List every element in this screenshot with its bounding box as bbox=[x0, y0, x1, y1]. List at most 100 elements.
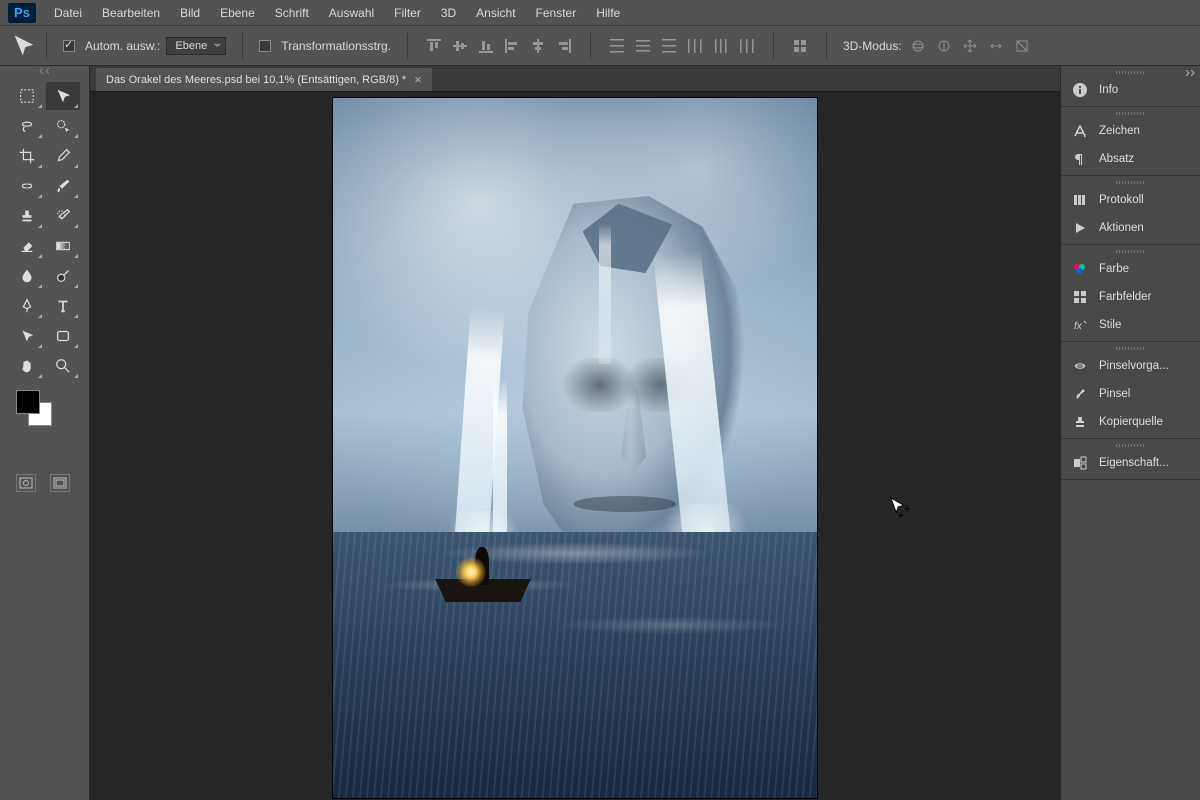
panel-info[interactable]: Info bbox=[1061, 76, 1200, 104]
tool-crop[interactable] bbox=[10, 142, 44, 170]
panel-grip-icon[interactable] bbox=[1061, 68, 1200, 76]
transform-controls-label: Transformationsstrg. bbox=[281, 39, 391, 53]
mode-3d-label: 3D-Modus: bbox=[843, 39, 902, 53]
menu-edit[interactable]: Bearbeiten bbox=[92, 2, 170, 24]
panel-grip-icon[interactable] bbox=[1061, 178, 1200, 186]
panel-actions[interactable]: Aktionen bbox=[1061, 214, 1200, 242]
menu-layer[interactable]: Ebene bbox=[210, 2, 265, 24]
menu-help[interactable]: Hilfe bbox=[586, 2, 630, 24]
panels-collapse-icon[interactable] bbox=[1184, 66, 1196, 80]
3d-pan-icon[interactable] bbox=[960, 36, 980, 56]
distribute-group bbox=[599, 32, 765, 60]
panel-brush-presets[interactable]: Pinselvorga... bbox=[1061, 352, 1200, 380]
3d-scale-icon[interactable] bbox=[1012, 36, 1032, 56]
tool-stamp[interactable] bbox=[10, 202, 44, 230]
panel-paragraph[interactable]: Absatz bbox=[1061, 145, 1200, 173]
tool-dodge[interactable] bbox=[46, 262, 80, 290]
close-icon[interactable]: × bbox=[414, 72, 422, 87]
styles-icon: fx bbox=[1071, 317, 1089, 333]
screen-mode-button[interactable] bbox=[50, 474, 70, 492]
tool-brush[interactable] bbox=[46, 172, 80, 200]
color-icon bbox=[1071, 261, 1089, 277]
menu-filter[interactable]: Filter bbox=[384, 2, 431, 24]
paragraph-icon bbox=[1071, 151, 1089, 167]
panel-clone-source[interactable]: Kopierquelle bbox=[1061, 408, 1200, 436]
align-hcenter-icon[interactable] bbox=[528, 36, 548, 56]
panel-grip-icon[interactable] bbox=[1061, 441, 1200, 449]
panel-swatches[interactable]: Farbfelder bbox=[1061, 283, 1200, 311]
tool-hand[interactable] bbox=[10, 352, 44, 380]
panel-history[interactable]: Protokoll bbox=[1061, 186, 1200, 214]
canvas[interactable] bbox=[333, 98, 817, 798]
menu-image[interactable]: Bild bbox=[170, 2, 210, 24]
character-icon bbox=[1071, 123, 1089, 139]
panel-styles[interactable]: fx Stile bbox=[1061, 311, 1200, 339]
current-tool-icon[interactable] bbox=[10, 35, 38, 57]
auto-select-target-dropdown[interactable]: Ebene bbox=[166, 37, 226, 55]
tool-quick-select[interactable] bbox=[46, 112, 80, 140]
auto-align-icon[interactable] bbox=[790, 36, 810, 56]
3d-slide-icon[interactable] bbox=[986, 36, 1006, 56]
auto-select-group: Autom. ausw.: Ebene bbox=[55, 32, 234, 60]
distribute-top-icon[interactable] bbox=[607, 36, 627, 56]
tool-lasso[interactable] bbox=[10, 112, 44, 140]
tool-marquee[interactable] bbox=[10, 82, 44, 110]
align-vcenter-icon[interactable] bbox=[450, 36, 470, 56]
panel-character[interactable]: Zeichen bbox=[1061, 117, 1200, 145]
tool-path-select[interactable] bbox=[10, 322, 44, 350]
transform-controls-checkbox[interactable] bbox=[259, 40, 271, 52]
distribute-hcenter-icon[interactable] bbox=[711, 36, 731, 56]
canvas-viewport[interactable] bbox=[90, 92, 1060, 800]
panel-grip-icon[interactable] bbox=[1061, 247, 1200, 255]
tool-move[interactable] bbox=[46, 82, 80, 110]
swatches-icon bbox=[1071, 289, 1089, 305]
tool-shape[interactable] bbox=[46, 322, 80, 350]
panel-properties[interactable]: Eigenschaft... bbox=[1061, 449, 1200, 477]
panel-grip-icon[interactable] bbox=[1061, 344, 1200, 352]
tool-eyedropper[interactable] bbox=[46, 142, 80, 170]
panel-label: Pinselvorga... bbox=[1099, 360, 1169, 372]
quick-mask-button[interactable] bbox=[16, 474, 36, 492]
color-swatches bbox=[8, 390, 48, 430]
distribute-left-icon[interactable] bbox=[685, 36, 705, 56]
auto-select-checkbox[interactable] bbox=[63, 40, 75, 52]
align-bottom-icon[interactable] bbox=[476, 36, 496, 56]
menu-select[interactable]: Auswahl bbox=[319, 2, 384, 24]
panel-group: Info bbox=[1061, 66, 1200, 107]
menu-window[interactable]: Fenster bbox=[526, 2, 587, 24]
panel-group: Farbe Farbfelder fx Stile bbox=[1061, 245, 1200, 342]
distribute-bottom-icon[interactable] bbox=[659, 36, 679, 56]
history-icon bbox=[1071, 192, 1089, 208]
document-tab[interactable]: Das Orakel des Meeres.psd bei 10,1% (Ent… bbox=[96, 68, 432, 91]
3d-orbit-icon[interactable] bbox=[908, 36, 928, 56]
distribute-vcenter-icon[interactable] bbox=[633, 36, 653, 56]
mode-3d-group: 3D-Modus: bbox=[835, 32, 1040, 60]
align-top-icon[interactable] bbox=[424, 36, 444, 56]
tool-history-brush[interactable] bbox=[46, 202, 80, 230]
3d-roll-icon[interactable] bbox=[934, 36, 954, 56]
menu-file[interactable]: Datei bbox=[44, 2, 92, 24]
menu-view[interactable]: Ansicht bbox=[466, 2, 525, 24]
panel-brush[interactable]: Pinsel bbox=[1061, 380, 1200, 408]
tool-heal[interactable] bbox=[10, 172, 44, 200]
panel-grip-icon[interactable] bbox=[1061, 109, 1200, 117]
tool-pen[interactable] bbox=[10, 292, 44, 320]
tool-blur[interactable] bbox=[10, 262, 44, 290]
separator bbox=[46, 33, 47, 59]
tool-zoom[interactable] bbox=[46, 352, 80, 380]
align-right-icon[interactable] bbox=[554, 36, 574, 56]
tool-eraser[interactable] bbox=[10, 232, 44, 260]
foreground-color[interactable] bbox=[16, 390, 40, 414]
toolbox-collapse-icon[interactable] bbox=[0, 66, 89, 76]
align-left-icon[interactable] bbox=[502, 36, 522, 56]
menu-3d[interactable]: 3D bbox=[431, 2, 466, 24]
options-bar: Autom. ausw.: Ebene Transformationsstrg.… bbox=[0, 26, 1200, 66]
tool-type[interactable] bbox=[46, 292, 80, 320]
toolbox bbox=[0, 66, 90, 800]
tool-gradient[interactable] bbox=[46, 232, 80, 260]
panel-color[interactable]: Farbe bbox=[1061, 255, 1200, 283]
menu-type[interactable]: Schrift bbox=[265, 2, 319, 24]
distribute-right-icon[interactable] bbox=[737, 36, 757, 56]
panel-label: Info bbox=[1099, 84, 1118, 96]
separator bbox=[242, 33, 243, 59]
